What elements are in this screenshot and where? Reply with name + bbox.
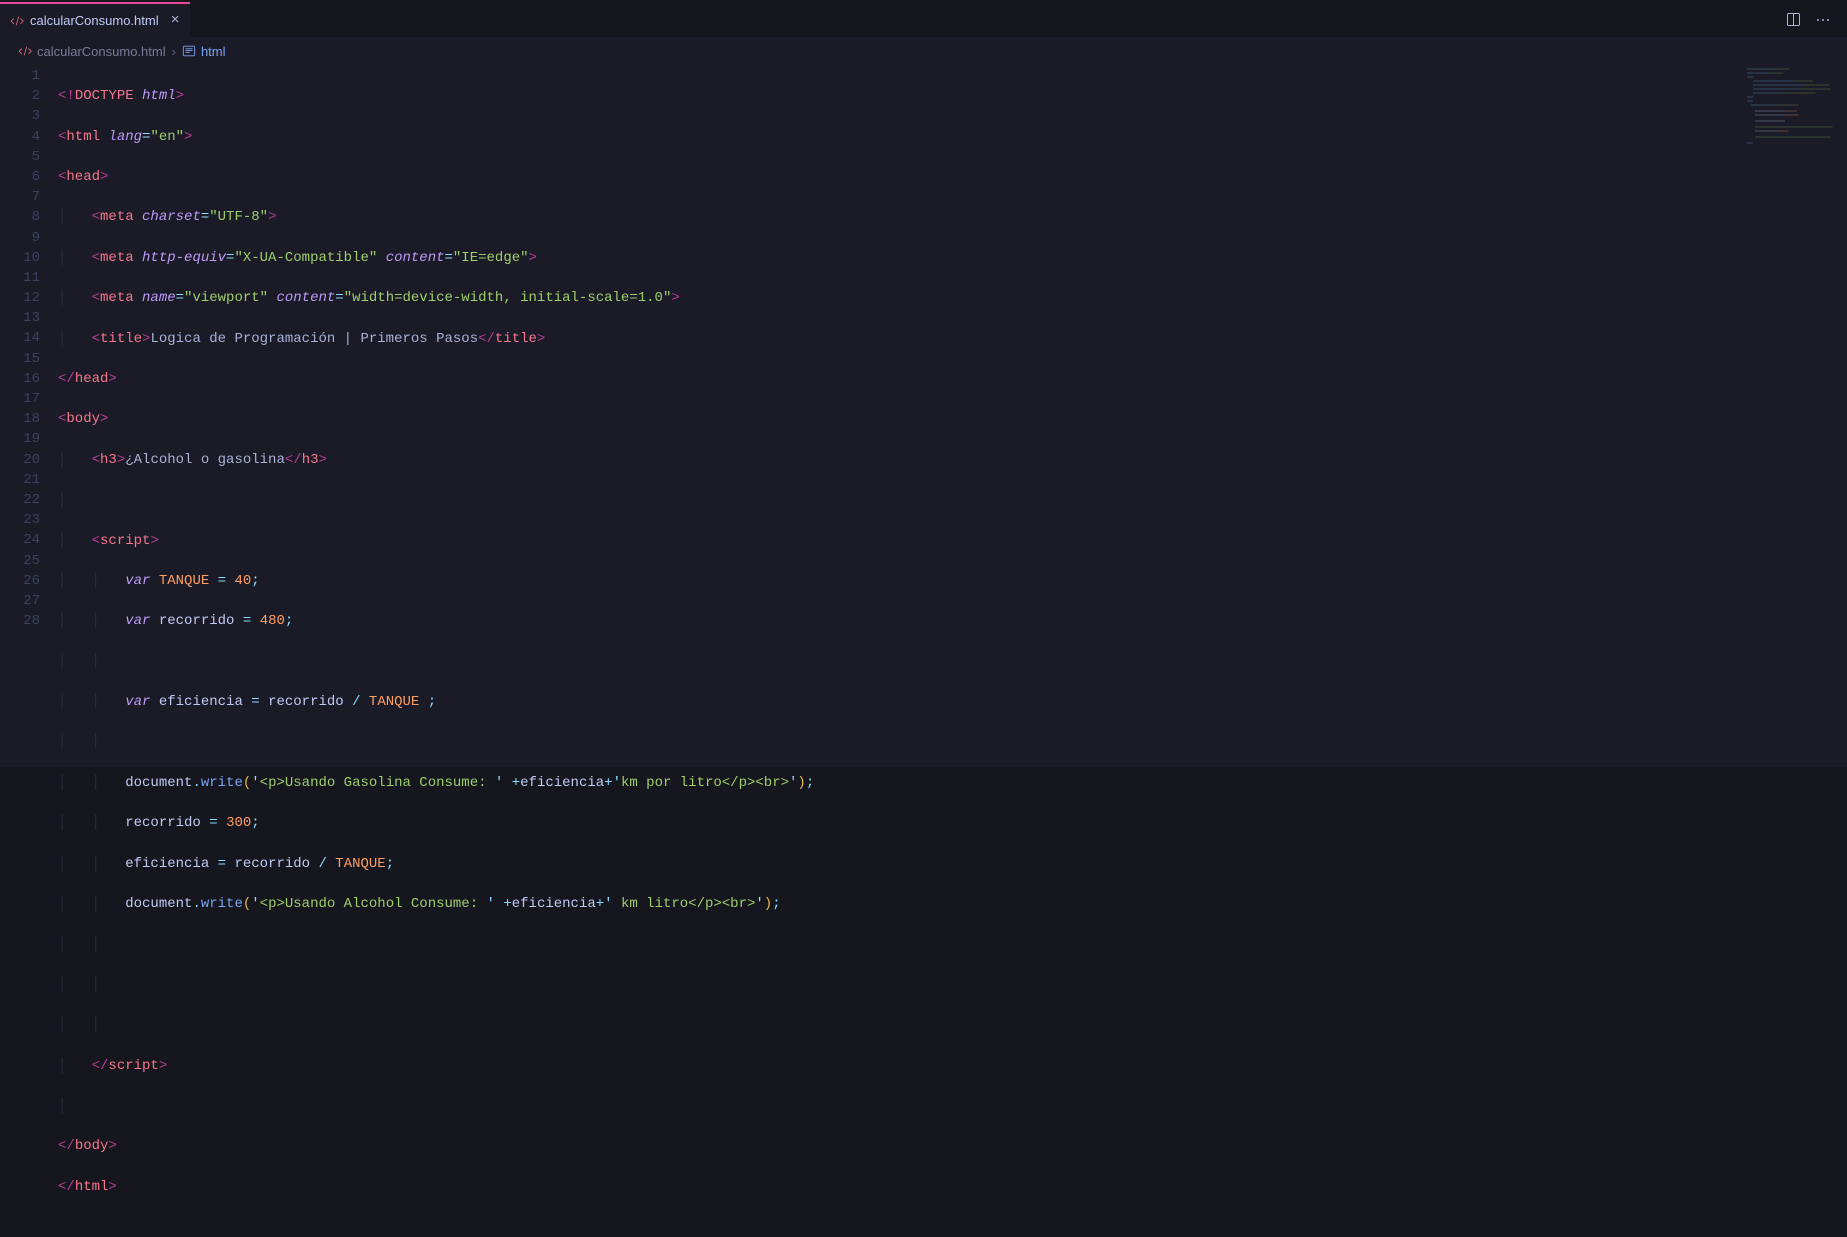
breadcrumb-bar: calcularConsumo.html › html [0,38,1847,64]
code-line: │ │ [58,652,1847,672]
code-line: │ │ document.write('<p>Usando Alcohol Co… [58,894,1847,914]
breadcrumb-file-label: calcularConsumo.html [37,44,166,59]
split-editor-icon[interactable] [1785,12,1801,28]
chevron-right-icon: › [172,44,176,59]
code-line: </html> [58,1177,1847,1197]
code-line: <head> [58,167,1847,187]
more-actions-icon[interactable] [1815,12,1831,28]
code-line: </head> [58,369,1847,389]
code-line: │ │ recorrido = 300; [58,813,1847,833]
code-line: │ <h3>¿Alcohol o gasolina</h3> [58,450,1847,470]
code-line: │ <meta http-equiv="X-UA-Compatible" con… [58,248,1847,268]
code-line: <body> [58,409,1847,429]
code-line: │ <title>Logica de Programación | Primer… [58,329,1847,349]
editor[interactable]: 1234 5678 9101112 13141516 17181920 2122… [0,64,1847,767]
line-number-gutter: 1234 5678 9101112 13141516 17181920 2122… [0,64,58,767]
code-line: │ │ [58,732,1847,752]
html-file-icon [18,44,32,58]
code-line: <html lang="en"> [58,127,1847,147]
code-line: │ │ [58,934,1847,954]
code-line: <!DOCTYPE html> [58,86,1847,106]
code-line: │ │ [58,1015,1847,1035]
code-line: │ │ eficiencia = recorrido / TANQUE; [58,854,1847,874]
code-line: │ </script> [58,1056,1847,1076]
html-file-icon [10,14,24,28]
tab-filename: calcularConsumo.html [30,13,159,28]
editor-tab[interactable]: calcularConsumo.html × [0,3,190,38]
code-line: │ <meta name="viewport" content="width=d… [58,288,1847,308]
tab-bar: calcularConsumo.html × [0,3,1847,38]
breadcrumb-element-label: html [201,44,226,59]
code-line: </body> [58,1136,1847,1156]
code-line: │ [58,1096,1847,1116]
code-line: │ │ document.write('<p>Usando Gasolina C… [58,773,1847,793]
code-line: │ │ [58,975,1847,995]
close-icon[interactable]: × [171,12,180,29]
minimap[interactable] [1745,66,1833,146]
breadcrumb-element[interactable]: html [182,44,226,59]
code-line: │ <script> [58,531,1847,551]
code-line: │ │ var TANQUE = 40; [58,571,1847,591]
code-line: │ │ var eficiencia = recorrido / TANQUE … [58,692,1847,712]
code-area[interactable]: <!DOCTYPE html> <html lang="en"> <head> … [58,64,1847,767]
editor-actions [1785,12,1847,28]
code-line: │ <meta charset="UTF-8"> [58,207,1847,227]
element-icon [182,44,196,58]
code-line: │ [58,490,1847,510]
breadcrumb-file[interactable]: calcularConsumo.html [18,44,166,59]
code-line: │ │ var recorrido = 480; [58,611,1847,631]
